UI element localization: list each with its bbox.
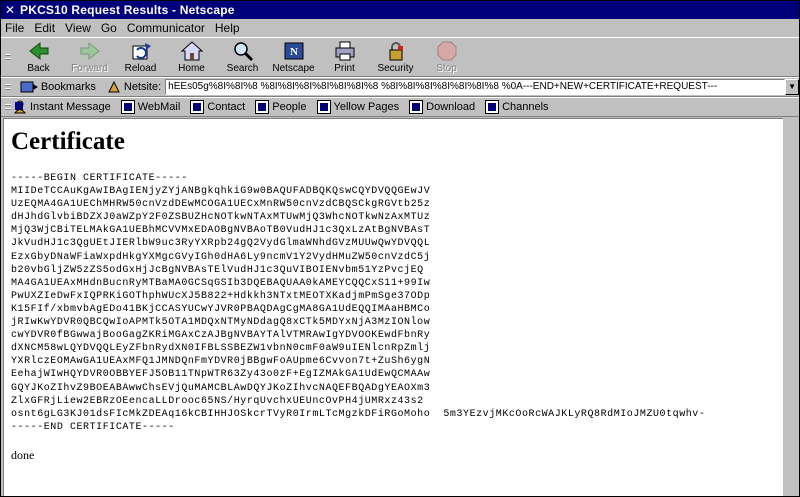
stop-label: Stop: [436, 63, 457, 74]
netscape-label: Netscape: [272, 63, 315, 74]
search-label: Search: [226, 63, 259, 74]
forward-label: Forward: [71, 63, 108, 74]
page-proxy-icon[interactable]: [106, 79, 122, 95]
certificate-line: EzxGbyDNaWFiaWxpdHkgYXMgcGVyIGh0dHA6Ly9n…: [11, 251, 431, 263]
home-icon: [180, 40, 204, 62]
location-toolbar-grip[interactable]: [3, 78, 13, 96]
location-label: Netsite:: [123, 81, 162, 93]
vertical-scrollbar[interactable]: [783, 118, 799, 496]
certificate-line: cwYDVR0fBGwwajBooGagZKRiMGAxCzAJBgNVBAYT…: [11, 330, 431, 342]
certificate-line: MIIDeTCCAuKgAwIBAgIENjyZYjANBgkqhkiG9w0B…: [11, 186, 431, 198]
search-icon: [231, 40, 255, 62]
menu-help[interactable]: Help: [210, 21, 245, 35]
search-button[interactable]: Search: [217, 38, 268, 76]
certificate-line: JkVudHJ1c3QgUEtJIERlbW9uc3RyYXRpb24gQ2Vy…: [11, 238, 431, 250]
navigation-toolbar: Back Forward Reload Home Search N Netsca…: [1, 37, 799, 77]
personal-item-yellow-pages[interactable]: Yellow Pages: [316, 100, 400, 114]
personal-item-download[interactable]: Download: [409, 100, 475, 114]
person-icon: [13, 100, 27, 114]
certificate-line: ZlxGFRjLiew2EBRzOEencaLLDrooc65NS/HyrqUv…: [11, 395, 424, 407]
chevron-down-icon: ▼: [788, 82, 797, 91]
certificate-line: -----END CERTIFICATE-----: [11, 421, 175, 433]
certificate-line: YXRlczEOMAwGA1UEAxMFQ1JMNDQnFmYDVR0jBBgw…: [11, 356, 431, 368]
personal-toolbar-grip[interactable]: [3, 98, 13, 116]
printer-icon: [333, 40, 357, 62]
reload-button[interactable]: Reload: [115, 38, 166, 76]
reload-icon: [129, 40, 153, 62]
netscape-button[interactable]: N Netscape: [268, 38, 319, 76]
bookmarks-icon[interactable]: [19, 79, 39, 95]
page-heading: Certificate: [11, 128, 125, 155]
home-button[interactable]: Home: [166, 38, 217, 76]
certificate-line: GQYJKoZIhvZ9BOEABAwwChsEVjQuMAMCBLAwDQYJ…: [11, 382, 431, 394]
menu-file[interactable]: File: [1, 21, 29, 35]
url-history-dropdown[interactable]: ▼: [785, 79, 799, 95]
forward-arrow-icon: [78, 40, 102, 62]
certificate-line: UzEQMA4GA1UEChMHRW50cnVzdDEwMCOGA1UECxMn…: [11, 199, 431, 211]
toolbar-grip[interactable]: [3, 38, 13, 76]
home-label: Home: [178, 63, 205, 74]
menu-go[interactable]: Go: [96, 21, 122, 35]
personal-item-label: Contact: [207, 101, 246, 113]
bookmark-page-icon: [255, 100, 270, 114]
certificate-line: -----BEGIN CERTIFICATE-----: [11, 173, 188, 184]
print-button[interactable]: Print: [319, 38, 370, 76]
bookmark-page-icon: [120, 100, 135, 114]
personal-item-label: Channels: [502, 101, 549, 113]
menu-bar: File Edit View Go Communicator Help: [1, 19, 799, 37]
window-title: PKCS10 Request Results - Netscape: [20, 3, 235, 17]
certificate-line: jRIwKwYDVR0QBCQwIoAPMTk5OTA1MDQxNTMyNDda…: [11, 317, 431, 329]
security-label: Security: [377, 63, 414, 74]
browser-window: ✕ PKCS10 Request Results - Netscape File…: [0, 0, 800, 497]
personal-item-label: WebMail: [137, 101, 181, 113]
personal-item-label: Yellow Pages: [333, 101, 400, 113]
certificate-line: PwUXZIeDwFxIQPRKiGOThphWUcXJ5B822+Hdkkh3…: [11, 290, 431, 302]
title-bar[interactable]: ✕ PKCS10 Request Results - Netscape: [1, 1, 799, 19]
bookmarks-label[interactable]: Bookmarks: [41, 81, 96, 93]
reload-label: Reload: [124, 63, 157, 74]
certificate-line: dHJhdGlvbiBDZXJ0aWZpY2F0ZSBUZHcNOTkwNTAx…: [11, 212, 431, 224]
personal-item-people[interactable]: People: [255, 100, 307, 114]
certificate-line: b20vbGljZW5zZS5odGxHjJcBgNVBAsTElVudHJ1c…: [11, 264, 424, 276]
bookmark-page-icon: [409, 100, 424, 114]
url-input[interactable]: hEEs05g%8I%8I%8 %8I%8I%8I%8I%8I%8I%8 %8I…: [165, 79, 786, 95]
page-content: Certificate -----BEGIN CERTIFICATE----- M…: [3, 118, 783, 496]
svg-text:N: N: [290, 46, 298, 58]
personal-item-contact[interactable]: Contact: [190, 100, 245, 114]
status-text: done: [11, 447, 35, 462]
location-toolbar: Bookmarks Netsite: hEEs05g%8I%8I%8 %8I%8…: [1, 77, 799, 97]
padlock-icon: [384, 40, 408, 62]
personal-item-instant-message[interactable]: Instant Message: [13, 100, 111, 114]
personal-item-label: People: [272, 101, 307, 113]
personal-item-channels[interactable]: Channels: [485, 100, 549, 114]
menu-communicator[interactable]: Communicator: [122, 21, 210, 35]
back-label: Back: [27, 63, 50, 74]
certificate-line: dXNCM58wLQYDVQQLEyZFbnRydXN0IFBLSSBEZW1v…: [11, 343, 431, 355]
back-arrow-icon: [27, 40, 51, 62]
print-label: Print: [334, 63, 355, 74]
stop-button[interactable]: Stop: [421, 38, 472, 76]
bookmark-page-icon: [190, 100, 205, 114]
certificate-line: K15FIf/xbmvbAgEDo41BKjCCASYUCwYJVR0PBAQD…: [11, 303, 431, 315]
forward-button[interactable]: Forward: [64, 38, 115, 76]
bookmark-page-icon: [485, 100, 500, 114]
certificate-text[interactable]: -----BEGIN CERTIFICATE----- MIIDeTCCAuKgA…: [11, 172, 783, 434]
certificate-line: MjQ3WjCBiTELMAkGA1UEBhMCVVMxEDAOBgNVBAoT…: [11, 225, 431, 237]
personal-toolbar: Instant Message WebMail Contact People Y…: [1, 97, 799, 117]
menu-edit[interactable]: Edit: [29, 21, 60, 35]
personal-item-label: Instant Message: [30, 101, 111, 113]
menu-view[interactable]: View: [60, 21, 96, 35]
personal-item-webmail[interactable]: WebMail: [120, 100, 181, 114]
certificate-line: EehajWIwHQYDVR0OBBYEFJ5OB11TNpWTR63Zy43o…: [11, 369, 431, 381]
certificate-line: osnt6gLG3KJ01dsFIcMkZDEAq16kCBIHHJOSkcrT…: [11, 408, 706, 420]
netscape-app-icon[interactable]: ✕: [3, 3, 17, 17]
security-button[interactable]: Security: [370, 38, 421, 76]
netscape-icon: N: [282, 40, 306, 62]
personal-item-label: Download: [426, 101, 476, 113]
certificate-line: MA4GA1UEAxMHdnBucnRyMTBaMA0GCSqGSIb3DQEB…: [11, 277, 431, 289]
stop-icon: [435, 40, 459, 62]
bookmark-page-icon: [316, 100, 331, 114]
back-button[interactable]: Back: [13, 38, 64, 76]
